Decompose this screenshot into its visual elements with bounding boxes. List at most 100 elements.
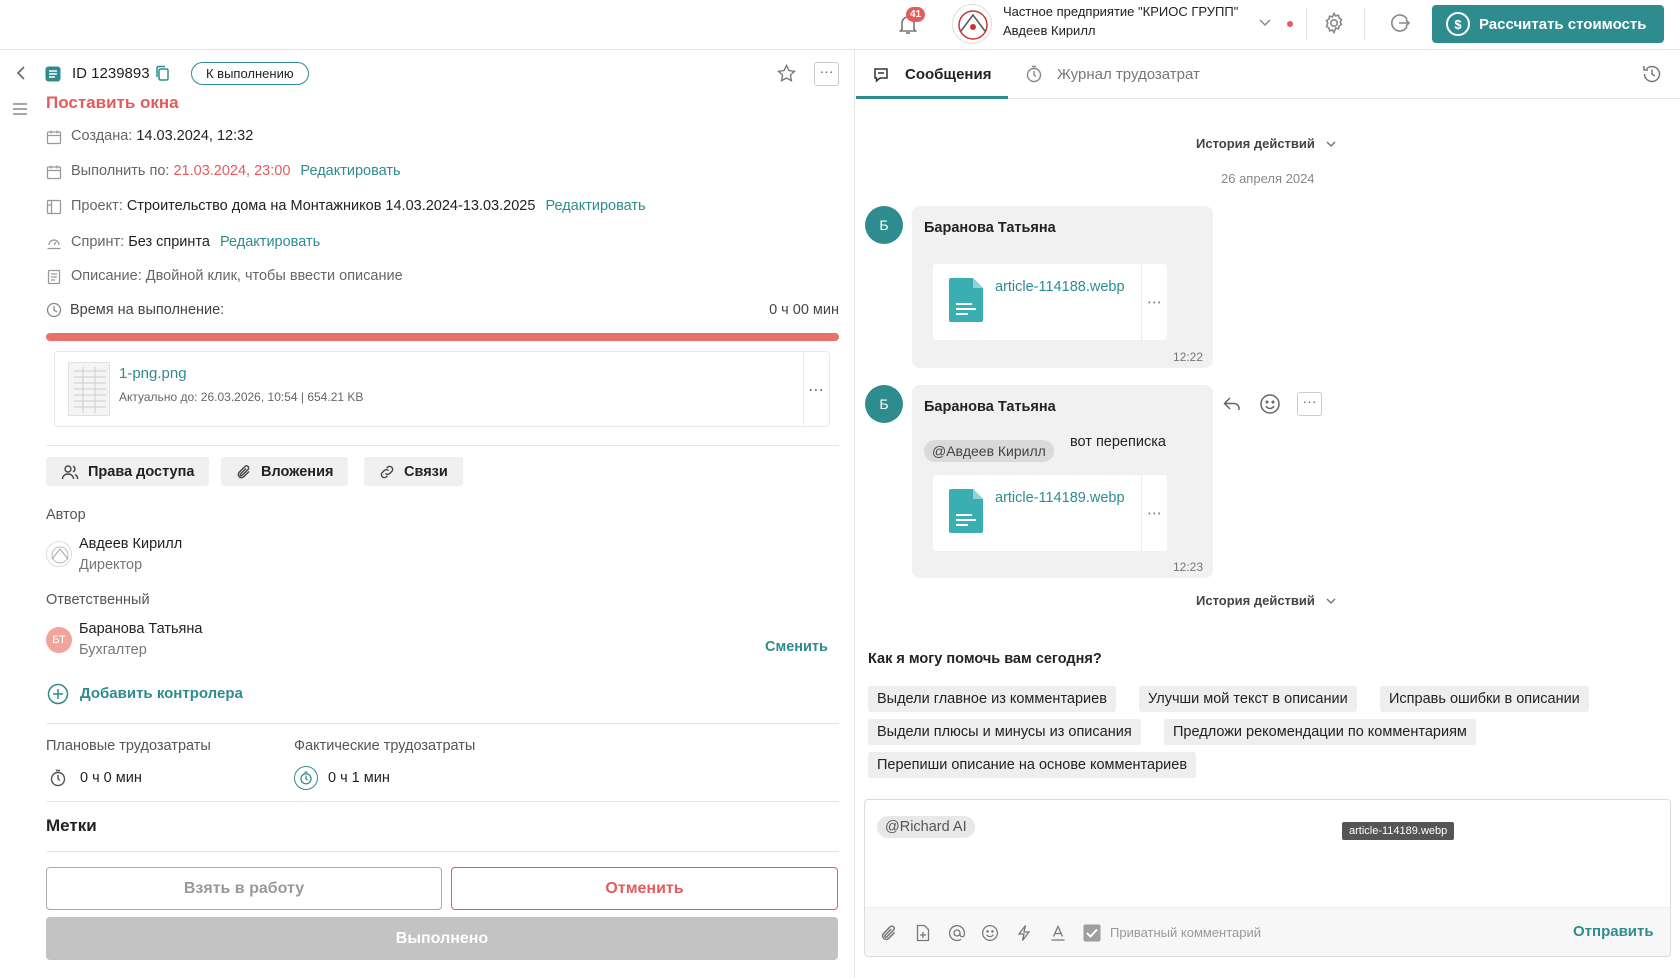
take-to-work-button[interactable]: Взять в работу (46, 867, 442, 910)
tab-time-journal[interactable]: Журнал трудозатрат (1057, 66, 1200, 83)
message-time: 12:22 (1172, 350, 1203, 364)
mention-icon[interactable] (948, 924, 966, 942)
tags-heading: Метки (46, 816, 97, 835)
company-name[interactable]: Частное предприятие "КРИОС ГРУПП" (1003, 4, 1238, 19)
ai-suggestion-chip[interactable]: Выдели плюсы и минусы из описания (868, 719, 1141, 745)
attachment-more-icon[interactable]: ⋯ (1141, 264, 1167, 340)
paperclip-icon[interactable] (880, 924, 898, 942)
action-history-toggle[interactable]: История действий (1196, 136, 1315, 151)
author-name[interactable]: Авдеев Кирилл (79, 536, 182, 552)
edit-project-link[interactable]: Редактировать (545, 198, 645, 214)
planned-effort-value: 0 ч 0 мин (80, 770, 142, 786)
menu-icon[interactable] (12, 102, 28, 116)
action-history-toggle[interactable]: История действий (1196, 593, 1315, 608)
history-icon[interactable] (1641, 63, 1663, 85)
created-row: Создана: 14.03.2024, 12:32 (71, 128, 253, 144)
change-responsible-link[interactable]: Сменить (765, 639, 828, 655)
file-plus-icon[interactable] (914, 924, 932, 942)
add-controller-link[interactable]: Добавить контролера (80, 685, 243, 702)
file-more-icon[interactable]: ⋯ (803, 352, 829, 428)
chevron-down-icon[interactable] (1325, 138, 1337, 150)
file-name-link[interactable]: 1-png.png (119, 365, 187, 382)
ai-suggestion-chip[interactable]: Перепиши описание на основе комментариев (868, 752, 1197, 778)
divider (46, 445, 839, 446)
tab-messages[interactable]: Сообщения (905, 66, 991, 83)
sprint-row: Спринт: Без спринта Редактировать (71, 234, 320, 250)
ai-suggestion-chip[interactable]: Исправь ошибки в описании (1380, 686, 1589, 712)
emoji-icon[interactable] (981, 924, 999, 942)
ai-suggestion-chip[interactable]: Предложи рекомендации по комментариям (1164, 719, 1476, 745)
divider (1306, 8, 1307, 40)
file-card[interactable]: 1-png.png Актуально до: 26.03.2026, 10:5… (54, 351, 830, 428)
status-badge[interactable]: К выполнению (191, 62, 309, 85)
chevron-down-icon[interactable] (1258, 15, 1272, 29)
links-label: Связи (404, 463, 448, 480)
task-title[interactable]: Поставить окна (46, 93, 179, 113)
logout-icon[interactable] (1388, 11, 1412, 35)
current-user-name[interactable]: Авдеев Кирилл (1003, 23, 1096, 38)
active-tab-indicator (856, 96, 1008, 99)
back-arrow-icon[interactable] (14, 65, 28, 81)
gear-icon[interactable] (1322, 11, 1346, 35)
access-rights-button[interactable]: Права доступа (46, 457, 210, 486)
star-icon[interactable] (776, 63, 797, 84)
description-field[interactable]: Описание: Двойной клик, чтобы ввести опи… (71, 268, 403, 284)
complete-button[interactable]: Выполнено (46, 917, 838, 960)
ai-suggestion-chip[interactable]: Улучши мой текст в описании (1139, 686, 1357, 712)
project-row: Проект: Строительство дома на Монтажнико… (71, 198, 646, 214)
time-value: 0 ч 00 мин (769, 302, 839, 318)
actual-effort-label: Фактические трудозатраты (294, 738, 476, 754)
text-format-icon[interactable] (1049, 924, 1067, 942)
message-more-icon[interactable]: ··· (1297, 392, 1322, 416)
message-avatar[interactable]: Б (865, 206, 903, 244)
message-author: Баранова Татьяна (924, 220, 1056, 236)
responsible-avatar[interactable]: БТ (46, 627, 72, 653)
links-button[interactable]: Связи (364, 457, 463, 486)
message-bubble: Баранова Татьяна @Авдеев Кирилл вот пере… (912, 385, 1213, 578)
responsible-name[interactable]: Баранова Татьяна (79, 621, 202, 637)
attachment-more-icon[interactable]: ⋯ (1141, 475, 1167, 551)
sprint-icon (46, 235, 62, 251)
due-value: 21.03.2024, 23:00 (173, 163, 291, 179)
attachment-name-link[interactable]: article-114189.webp (995, 490, 1125, 506)
more-options-icon[interactable]: ··· (814, 62, 839, 86)
document-icon (949, 278, 983, 322)
message-avatar[interactable]: Б (865, 385, 903, 423)
emoji-icon[interactable] (1259, 393, 1281, 415)
message-bubble: Баранова Татьяна article-114188.webp ⋯ 1… (912, 206, 1213, 368)
stopwatch-icon[interactable] (294, 766, 318, 790)
ai-suggestion-chip[interactable]: Выдели главное из комментариев (868, 686, 1116, 712)
copy-icon[interactable] (155, 65, 170, 82)
calculate-cost-button[interactable]: $ Рассчитать стоимость (1432, 5, 1664, 43)
divider (46, 851, 839, 852)
message-attachment[interactable]: article-114189.webp ⋯ (933, 475, 1167, 551)
project-icon (46, 199, 62, 215)
due-row: Выполнить по: 21.03.2024, 23:00 Редактир… (71, 163, 401, 179)
edit-sprint-link[interactable]: Редактировать (220, 234, 320, 250)
composer-mention-input[interactable]: @Richard AI (877, 816, 975, 838)
cancel-task-button[interactable]: Отменить (451, 867, 838, 910)
access-rights-label: Права доступа (88, 463, 195, 480)
send-button[interactable]: Отправить (1573, 923, 1654, 940)
stopwatch-icon (49, 769, 67, 787)
company-logo[interactable] (952, 4, 992, 44)
created-label: Создана: (71, 128, 133, 144)
file-meta: Актуально до: 26.03.2026, 10:54 | 654.21… (119, 390, 364, 404)
reply-icon[interactable] (1222, 394, 1242, 414)
attachment-name-link[interactable]: article-114188.webp (995, 279, 1125, 295)
sprint-label: Спринт: (71, 234, 125, 250)
user-mention[interactable]: @Авдеев Кирилл (924, 440, 1054, 462)
author-avatar[interactable] (46, 541, 72, 567)
message-attachment[interactable]: article-114188.webp ⋯ (933, 264, 1167, 340)
attachments-button[interactable]: Вложения (221, 457, 349, 486)
file-thumbnail[interactable] (68, 362, 110, 416)
lightning-icon[interactable] (1015, 924, 1033, 942)
message-text: вот переписка (1070, 434, 1166, 450)
plus-circle-icon[interactable] (47, 683, 69, 705)
project-value[interactable]: Строительство дома на Монтажников 14.03.… (127, 198, 536, 214)
private-checkbox[interactable] (1083, 924, 1101, 942)
chevron-down-icon[interactable] (1325, 595, 1337, 607)
clock-icon (46, 302, 62, 318)
edit-due-link[interactable]: Редактировать (300, 163, 400, 179)
link-icon (379, 464, 395, 480)
